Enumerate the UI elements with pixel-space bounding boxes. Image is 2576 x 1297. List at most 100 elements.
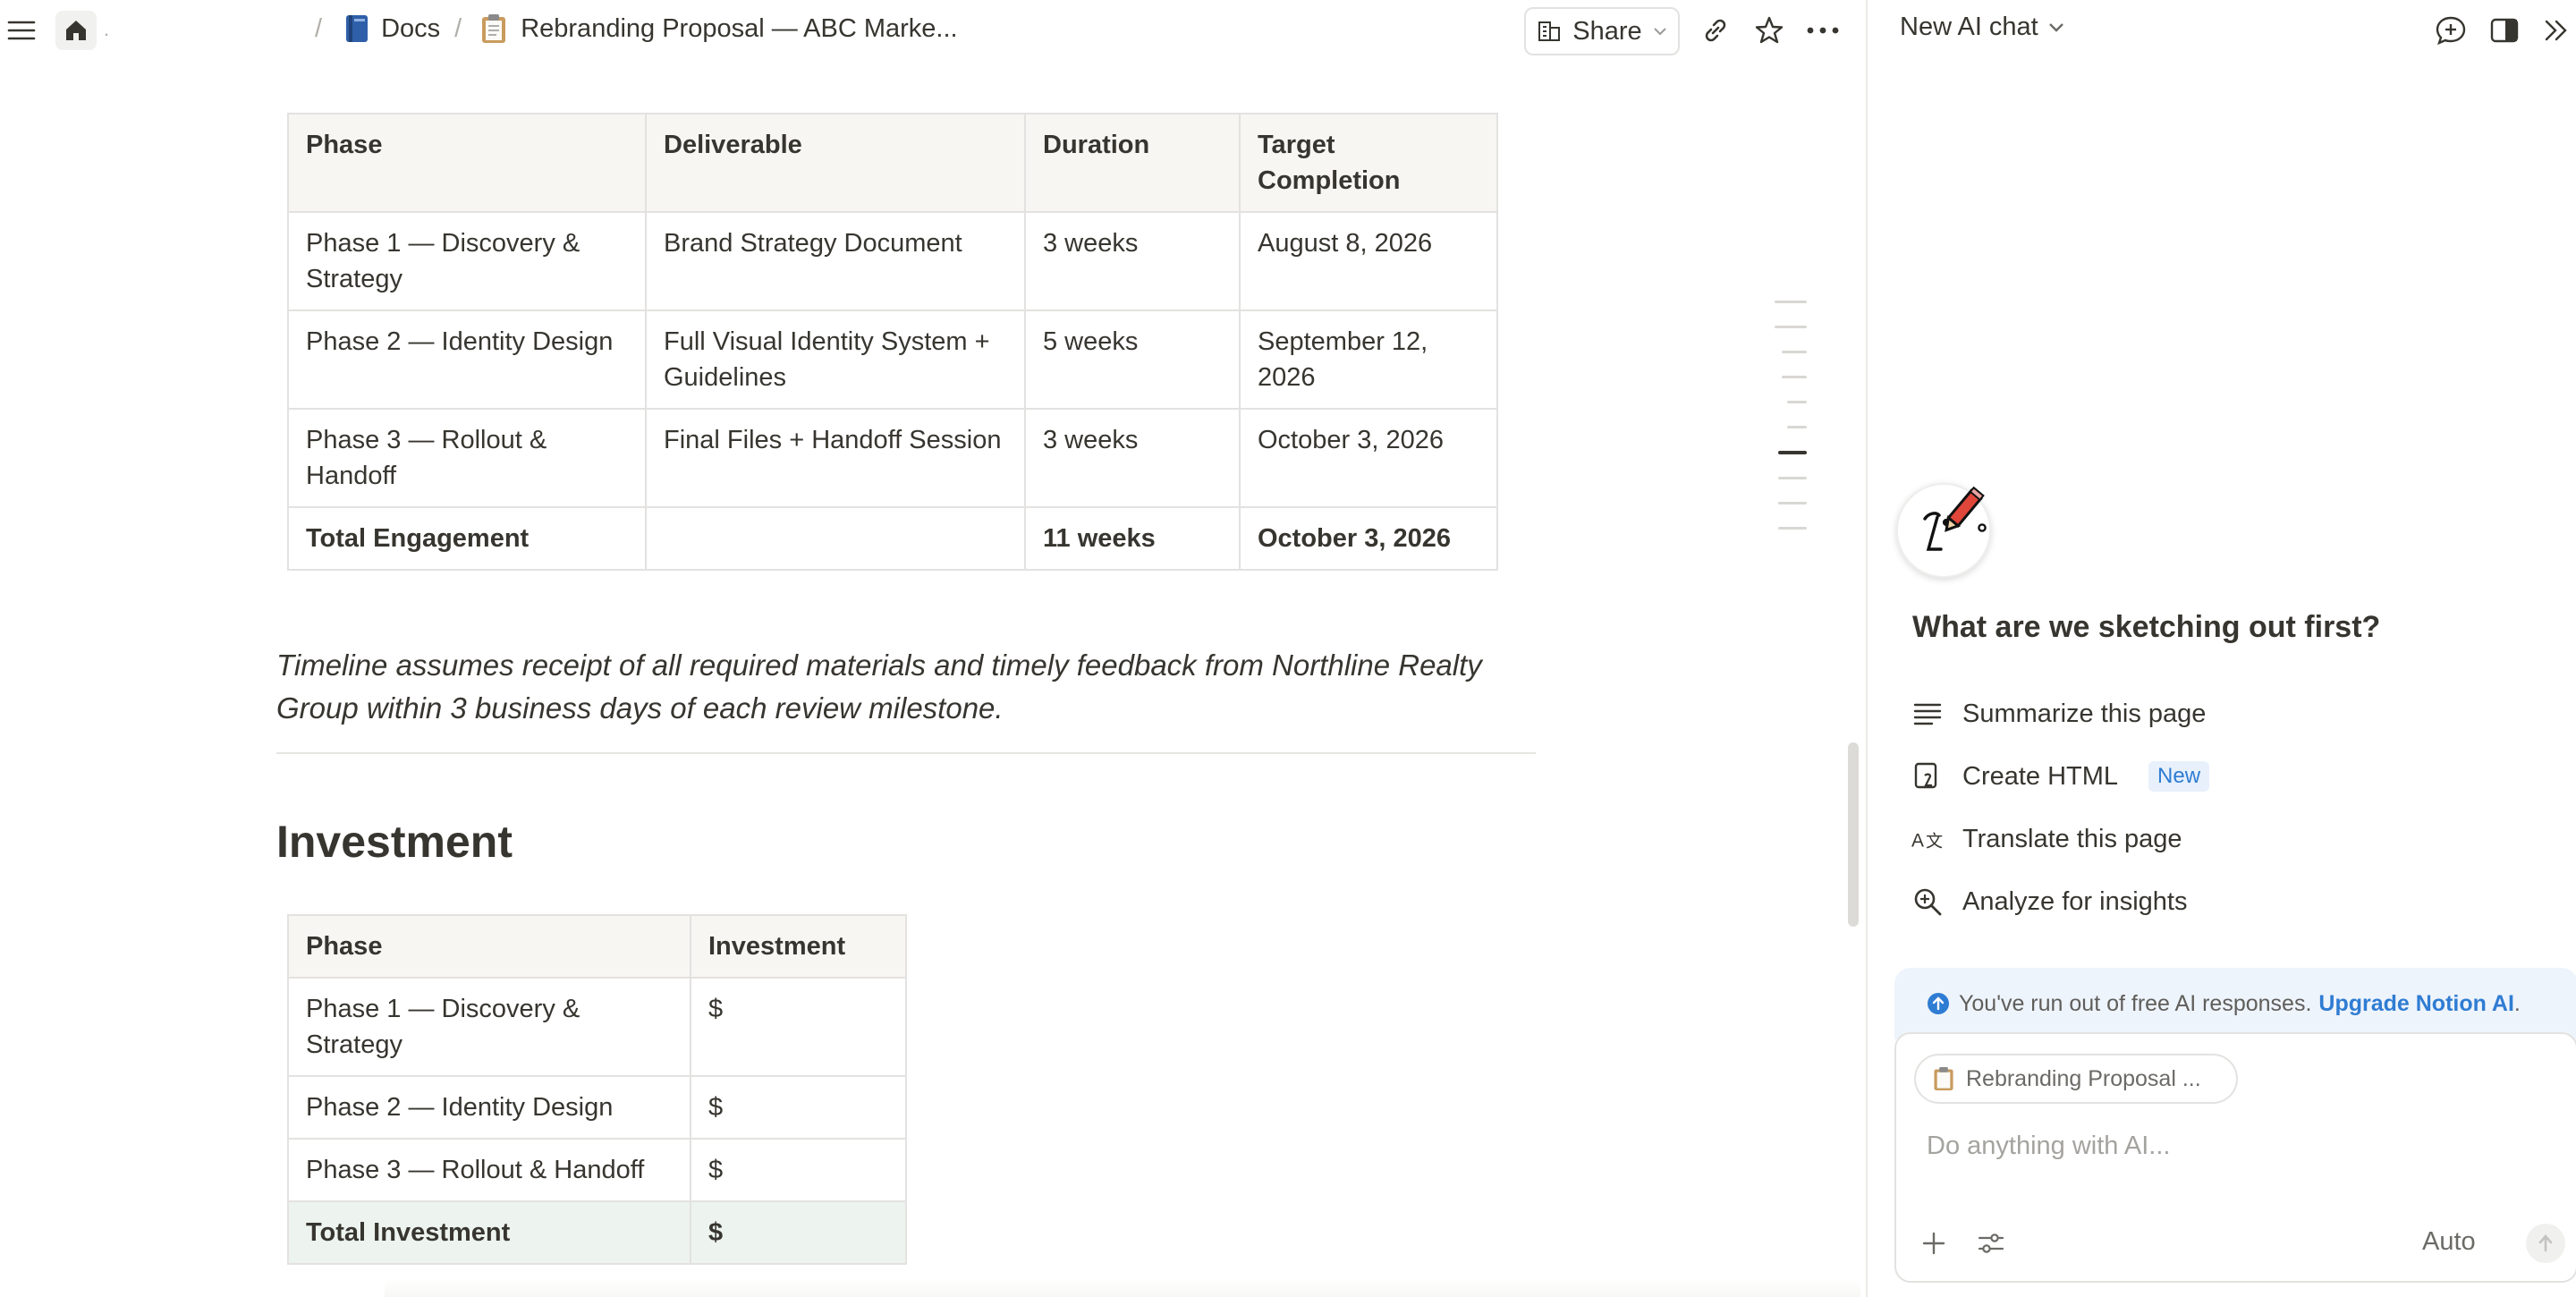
ai-chat-selector[interactable]: New AI chat <box>1900 13 2065 42</box>
table-cell[interactable]: Total Investment <box>287 1200 691 1265</box>
chevron-down-icon <box>2048 22 2063 32</box>
table-cell[interactable]: Phase 1 — Discovery & Strategy <box>287 211 647 311</box>
table-cell[interactable]: Phase 3 — Rollout & Handoff <box>287 408 647 508</box>
book-icon <box>346 15 369 42</box>
translate-icon: A文 <box>1911 822 1945 856</box>
summarize-action[interactable]: Summarize this page <box>1911 692 2206 735</box>
outline-line[interactable] <box>1782 376 1807 378</box>
compose-box: Rebranding Proposal ... Auto <box>1894 1032 2576 1283</box>
outline-line[interactable] <box>1778 527 1807 530</box>
outline-line[interactable] <box>1775 326 1807 328</box>
table-header-cell[interactable]: Deliverable <box>645 113 1026 213</box>
outline-line[interactable] <box>1787 401 1807 403</box>
table-cell[interactable]: September 12, 2026 <box>1239 309 1498 410</box>
table-cell[interactable]: 3 weeks <box>1024 408 1241 508</box>
double-chevron-right-icon <box>2545 20 2567 41</box>
outline-line[interactable] <box>1787 426 1807 428</box>
clipboard-icon <box>482 14 506 43</box>
link-icon <box>1705 19 1726 42</box>
table-cell[interactable]: October 3, 2026 <box>1239 408 1498 508</box>
home-icon <box>66 21 86 40</box>
table-cell[interactable]: $ <box>690 977 907 1077</box>
table-header-cell[interactable]: Investment <box>690 914 907 979</box>
notice-text: You've run out of free AI responses. <box>1959 990 2312 1016</box>
outline-line[interactable] <box>1775 301 1807 303</box>
table-cell[interactable]: Total Engagement <box>287 506 647 571</box>
breadcrumb-separator: / <box>315 13 323 43</box>
scrollbar-thumb[interactable] <box>1848 742 1859 927</box>
table-cell[interactable]: Final Files + Handoff Session <box>645 408 1026 508</box>
table-cell[interactable]: $ <box>690 1138 907 1202</box>
close-panel-button[interactable] <box>2535 9 2576 52</box>
table-header-cell[interactable]: Duration <box>1024 113 1241 213</box>
lines-icon <box>1911 697 1945 731</box>
table-header-row: Phase Deliverable Duration Target Comple… <box>287 113 1498 213</box>
page-context-chip[interactable]: Rebranding Proposal ... <box>1914 1054 2238 1104</box>
model-mode-selector[interactable]: Auto <box>2422 1227 2476 1257</box>
timeline-table: Phase Deliverable Duration Target Comple… <box>287 113 1498 571</box>
workspace-dot: . <box>104 18 110 40</box>
ai-composer: You've run out of free AI responses. Upg… <box>1894 968 2576 1283</box>
create-html-action[interactable]: Create HTML New <box>1911 755 2210 798</box>
table-header-row: Phase Investment <box>287 914 907 979</box>
table-cell[interactable]: 11 weeks <box>1024 506 1241 571</box>
table-cell[interactable]: Phase 3 — Rollout & Handoff <box>287 1138 691 1202</box>
breadcrumb-page[interactable]: Rebranding Proposal — ABC Marke... <box>479 13 958 45</box>
table-row: Phase 3 — Rollout & Handoff $ <box>287 1138 907 1202</box>
action-label: Create HTML <box>1962 761 2119 791</box>
document-area: . / Docs / Rebranding Proposal — ABC Mar… <box>0 0 1866 1297</box>
breadcrumb-docs[interactable]: Docs <box>343 13 440 44</box>
translate-action[interactable]: A文 Translate this page <box>1911 818 2182 860</box>
breadcrumb-separator: / <box>454 13 462 43</box>
table-cell[interactable]: Full Visual Identity System + Guidelines <box>645 309 1026 410</box>
new-chat-button[interactable] <box>2429 9 2472 52</box>
table-cell[interactable]: August 8, 2026 <box>1239 211 1498 311</box>
table-row: Phase 2 — Identity Design Full Visual Id… <box>287 309 1498 410</box>
panel-layout-button[interactable] <box>2483 9 2526 52</box>
table-cell[interactable]: Phase 2 — Identity Design <box>287 1075 691 1140</box>
sidebar-toggle-button[interactable] <box>0 9 43 52</box>
send-button[interactable] <box>2526 1224 2565 1263</box>
table-cell[interactable]: 5 weeks <box>1024 309 1241 410</box>
table-cell[interactable]: October 3, 2026 <box>1239 506 1498 571</box>
outline-line[interactable] <box>1782 351 1807 353</box>
table-cell[interactable]: Brand Strategy Document <box>645 211 1026 311</box>
outline-line-active[interactable] <box>1778 451 1807 454</box>
copy-link-button[interactable] <box>1694 9 1737 52</box>
table-cell[interactable]: $ <box>690 1075 907 1140</box>
table-cell[interactable]: 3 weeks <box>1024 211 1241 311</box>
add-attachment-button[interactable] <box>1912 1222 1955 1265</box>
home-button[interactable] <box>55 11 97 50</box>
more-options-button[interactable] <box>1801 9 1844 52</box>
breadcrumb-docs-label: Docs <box>381 13 441 43</box>
favorite-button[interactable] <box>1748 9 1791 52</box>
ai-chat-panel: New AI chat What are we sketching out fi… <box>1866 0 2576 1297</box>
action-label: Translate this page <box>1962 824 2182 853</box>
share-button[interactable]: Share <box>1524 7 1680 55</box>
table-header-cell[interactable]: Phase <box>287 113 647 213</box>
svg-text:文: 文 <box>1926 832 1943 852</box>
settings-sliders-button[interactable] <box>1970 1222 2012 1265</box>
table-cell[interactable]: Phase 1 — Discovery & Strategy <box>287 977 691 1077</box>
table-cell[interactable]: $ <box>690 1200 907 1265</box>
table-cell[interactable]: Phase 2 — Identity Design <box>287 309 647 410</box>
table-header-cell[interactable]: Target Completion <box>1239 113 1498 213</box>
table-total-row: Total Investment $ <box>287 1200 907 1265</box>
outline-line[interactable] <box>1778 502 1807 504</box>
top-bar: . / Docs / Rebranding Proposal — ABC Mar… <box>0 0 1866 61</box>
more-horizontal-icon <box>1807 27 1839 34</box>
table-header-cell[interactable]: Phase <box>287 914 691 979</box>
action-label: Analyze for insights <box>1962 886 2188 916</box>
analyze-action[interactable]: Analyze for insights <box>1911 880 2187 923</box>
table-row: Phase 1 — Discovery & Strategy $ <box>287 977 907 1077</box>
investment-table: Phase Investment Phase 1 — Discovery & S… <box>287 914 907 1265</box>
section-heading: Investment <box>276 817 513 867</box>
building-icon <box>1538 21 1561 41</box>
table-row: Phase 1 — Discovery & Strategy Brand Str… <box>287 211 1498 311</box>
outline-minimap[interactable] <box>1775 301 1807 552</box>
ai-prompt-input[interactable] <box>1927 1123 2553 1168</box>
upgrade-link[interactable]: Upgrade Notion AI <box>2318 991 2514 1016</box>
table-cell[interactable] <box>645 506 1026 571</box>
outline-line[interactable] <box>1778 477 1807 479</box>
menu-icon <box>0 9 43 52</box>
